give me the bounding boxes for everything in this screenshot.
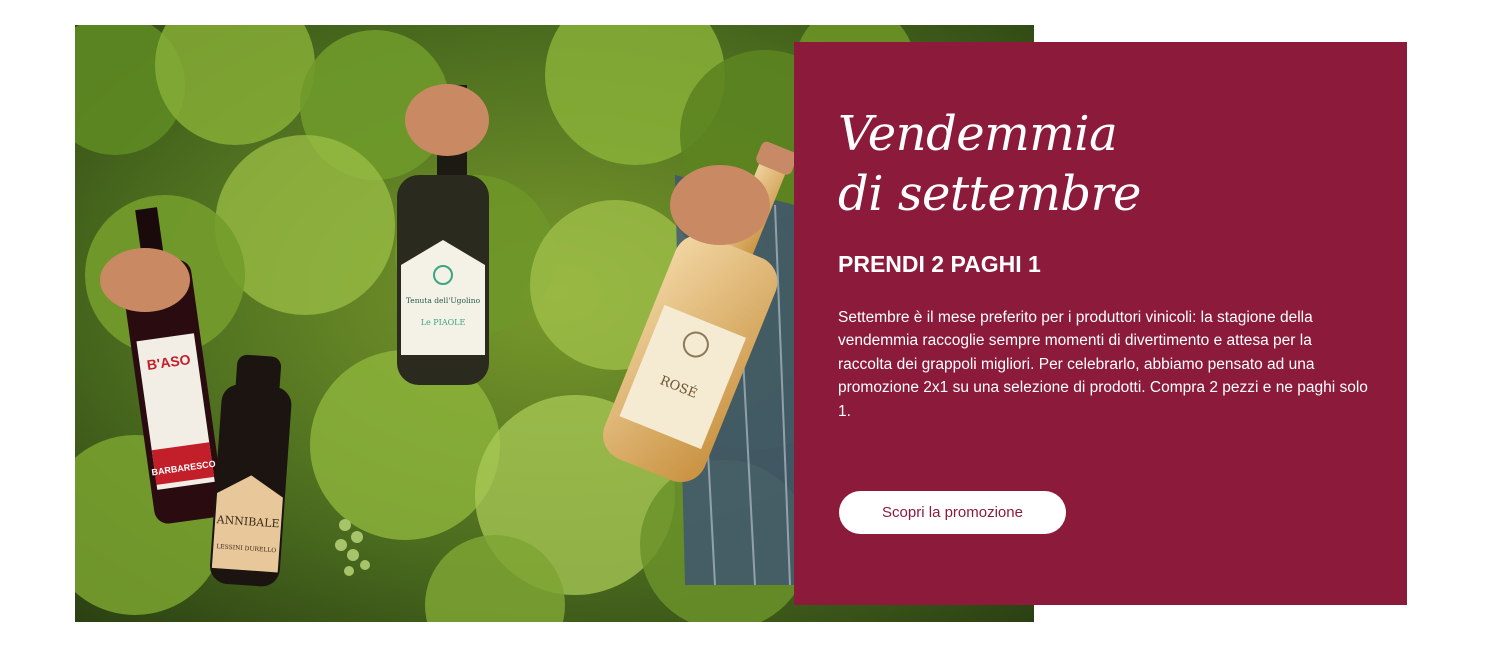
hand [405, 84, 489, 156]
promo-panel: Vendemmia di settembre PRENDI 2 PAGHI 1 … [794, 42, 1407, 605]
hand [670, 165, 770, 245]
bottle-3-name: Tenuta dell'Ugolino [406, 296, 481, 305]
promo-description: Settembre è il mese preferito per i prod… [838, 309, 1368, 420]
promo-title: Vendemmia di settembre [838, 106, 1141, 222]
promo-subtitle: PRENDI 2 PAGHI 1 [838, 251, 1041, 277]
discover-promo-button[interactable]: Scopri la promozione [839, 491, 1066, 534]
hand [100, 248, 190, 312]
bottle-3-sub: Le PIAOLE [421, 318, 466, 327]
